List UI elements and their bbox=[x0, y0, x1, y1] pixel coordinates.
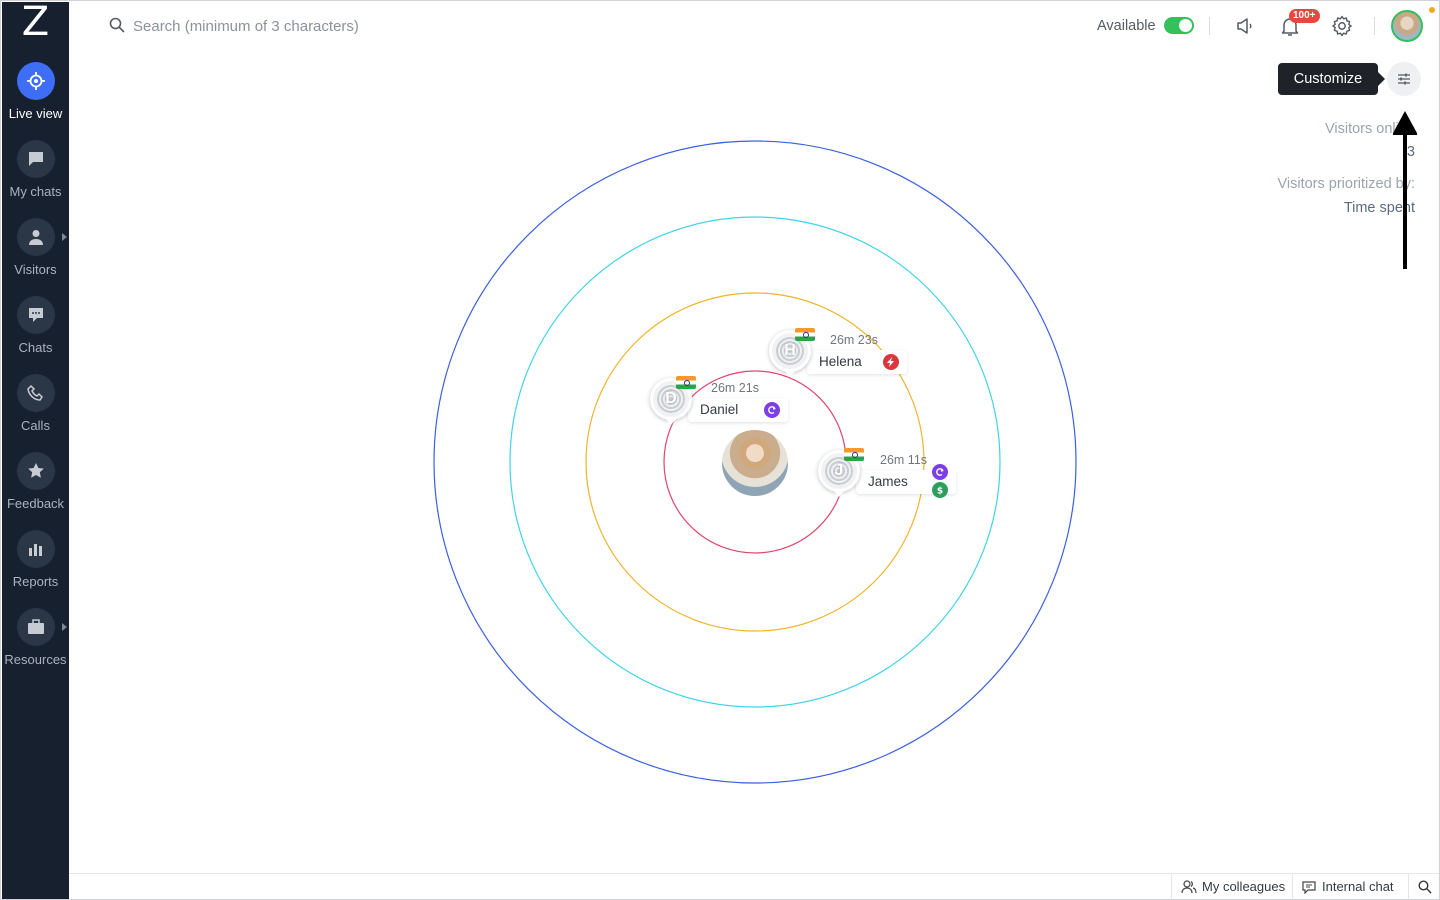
india-flag-icon bbox=[844, 448, 864, 461]
agent-avatar[interactable] bbox=[720, 428, 790, 498]
visitor-time: 26m 21s bbox=[711, 381, 759, 395]
internal-chat-label: Internal chat bbox=[1322, 879, 1394, 894]
refresh-icon bbox=[932, 464, 948, 480]
search-icon bbox=[1418, 880, 1432, 894]
internal-chat-icon bbox=[1302, 881, 1316, 894]
bolt-icon bbox=[883, 354, 899, 370]
internal-chat-button[interactable]: Internal chat bbox=[1292, 874, 1408, 900]
bottom-bar: My colleagues Internal chat bbox=[69, 873, 1439, 900]
my-colleagues-label: My colleagues bbox=[1202, 879, 1286, 894]
visitor-time: 26m 23s bbox=[830, 333, 878, 347]
dollar-icon: $ bbox=[932, 482, 948, 498]
visitor-time: 26m 11s bbox=[880, 453, 928, 467]
my-colleagues-button[interactable]: My colleagues bbox=[1171, 874, 1292, 900]
india-flag-icon bbox=[795, 328, 815, 341]
refresh-icon bbox=[764, 402, 780, 418]
svg-text:$: $ bbox=[937, 487, 943, 496]
india-flag-icon bbox=[676, 376, 696, 389]
orbit-rings bbox=[433, 140, 1077, 784]
bottom-search-button[interactable] bbox=[1408, 874, 1439, 900]
colleagues-icon bbox=[1181, 880, 1197, 894]
